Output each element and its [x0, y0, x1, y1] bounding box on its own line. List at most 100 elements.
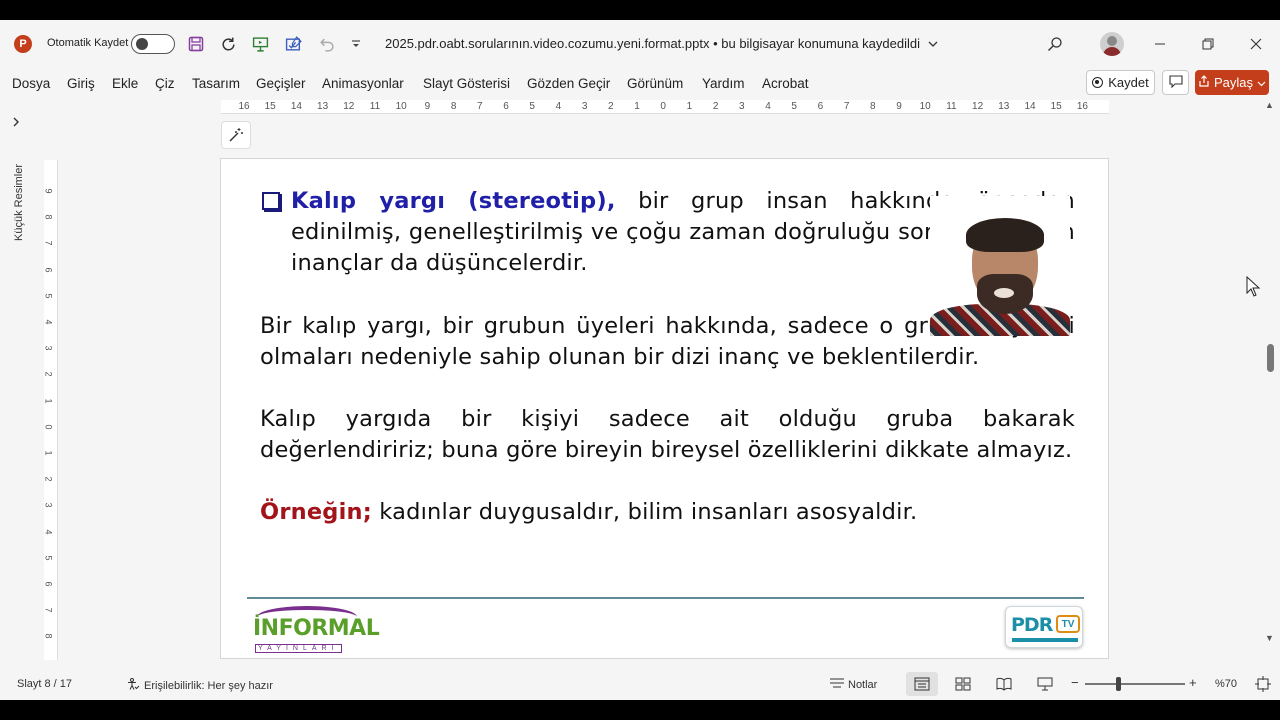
reading-view-icon[interactable]: [988, 672, 1020, 696]
minimize-icon[interactable]: [1148, 33, 1172, 55]
undo-icon[interactable]: [315, 33, 337, 55]
zoom-slider-track[interactable]: [1085, 683, 1185, 685]
ruler-tick-label: 15: [1050, 101, 1062, 112]
ruler-tick-label: 3: [581, 101, 588, 112]
menu-giris[interactable]: Giriş: [67, 76, 95, 91]
footer-divider: [247, 597, 1084, 599]
pdr-tv-logo: PDR TV: [1005, 606, 1083, 648]
close-icon[interactable]: [1244, 33, 1268, 55]
ruler-tick-label: 6: [44, 267, 54, 273]
term-highlight: Kalıp yargı (stereotip),: [291, 188, 616, 214]
search-icon[interactable]: [1043, 33, 1067, 55]
notes-button[interactable]: Notlar: [829, 677, 877, 692]
zoom-out-icon[interactable]: −: [1071, 675, 1079, 690]
ruler-tick-label: 11: [369, 101, 381, 112]
slide-sorter-view-icon[interactable]: [947, 672, 979, 696]
fit-to-window-icon[interactable]: [1250, 672, 1276, 696]
ruler-tick-label: 1: [44, 398, 54, 404]
menu-acrobat[interactable]: Acrobat: [762, 76, 809, 91]
ruler-tick-label: 14: [290, 101, 302, 112]
ruler-tick-label: 3: [739, 101, 745, 112]
ruler-tick-label: 12: [972, 101, 984, 112]
accessibility-label: Erişilebilirlik: Her şey hazır: [144, 679, 273, 692]
ruler-tick-label: 10: [919, 101, 931, 112]
menu-tasarim[interactable]: Tasarım: [192, 76, 240, 91]
slide-paragraph-example[interactable]: Örneğin; kadınlar duygusaldır, bilim ins…: [260, 497, 1075, 528]
ruler-tick-label: 1: [686, 101, 693, 112]
menu-dosya[interactable]: Dosya: [12, 76, 50, 91]
ruler-tick-label: 13: [998, 101, 1010, 112]
slide-show-view-icon[interactable]: [1029, 672, 1061, 696]
ruler-tick-label: 8: [450, 101, 457, 112]
zoom-slider-knob[interactable]: [1116, 677, 1121, 691]
restore-icon[interactable]: [1196, 33, 1220, 55]
thumbnails-panel-label[interactable]: Küçük Resimler: [13, 161, 25, 241]
share-icon: [1198, 75, 1210, 90]
tv-logo-badge: TV: [1056, 615, 1080, 633]
normal-view-icon[interactable]: [906, 672, 938, 696]
menu-slayt-gosterisi[interactable]: Slayt Gösterisi: [423, 76, 510, 91]
chevron-down-icon[interactable]: [928, 36, 938, 51]
ruler-tick-label: 0: [44, 424, 54, 430]
ruler-tick-label: 2: [44, 371, 54, 377]
ruler-tick-label: 4: [44, 319, 54, 325]
ruler-tick-label: 6: [817, 101, 824, 112]
record-label: Kaydet: [1108, 75, 1149, 90]
accessibility-status[interactable]: Erişilebilirlik: Her şey hazır: [126, 677, 273, 694]
refresh-icon[interactable]: [217, 33, 239, 55]
ruler-tick-label: 12: [343, 101, 355, 112]
share-label: Paylaş: [1213, 75, 1254, 90]
menu-ekle[interactable]: Ekle: [112, 76, 138, 91]
ruler-tick-label: 7: [477, 101, 483, 112]
ruler-tick-label: 8: [44, 214, 54, 220]
ruler-tick-label: 6: [44, 581, 54, 587]
autosave-toggle[interactable]: [131, 34, 175, 54]
ruler-tick-label: 3: [44, 345, 54, 351]
menu-gecisler[interactable]: Geçişler: [256, 76, 306, 91]
presenter-hair: [966, 218, 1044, 252]
ruler-tick-label: 6: [503, 101, 509, 112]
ruler-tick-label: 4: [44, 529, 54, 535]
ruler-tick-label: 4: [765, 101, 771, 112]
ruler-tick-label: 11: [946, 101, 957, 112]
zoom-level[interactable]: %70: [1215, 678, 1237, 690]
slide-counter[interactable]: Slayt 8 / 17: [17, 678, 72, 690]
notes-label: Notlar: [848, 678, 878, 691]
ruler-tick-label: 15: [264, 101, 276, 112]
menu-gorunum[interactable]: Görünüm: [627, 76, 683, 91]
comments-button[interactable]: [1162, 70, 1189, 95]
ruler-tick-label: 5: [529, 101, 535, 112]
ruler-tick-label: 7: [843, 101, 850, 112]
share-button[interactable]: Paylaş: [1195, 70, 1269, 95]
scroll-up-arrow-icon[interactable]: ▲: [1265, 100, 1274, 110]
document-title[interactable]: 2025.pdr.oabt.sorularının.video.cozumu.y…: [385, 36, 938, 51]
ruler-tick-label: 14: [1024, 101, 1036, 112]
menu-ciz[interactable]: Çiz: [155, 76, 175, 91]
chevron-right-icon[interactable]: [12, 116, 20, 130]
informal-logo: İNFORMAL YAYINLARI: [253, 606, 380, 654]
slide-paragraph-3[interactable]: Kalıp yargıda bir kişiyi sadece ait oldu…: [260, 404, 1075, 466]
ruler-tick-label: 16: [1076, 101, 1088, 112]
present-from-start-icon[interactable]: [249, 33, 271, 55]
menu-yardim[interactable]: Yardım: [702, 76, 745, 91]
customize-dropdown-icon[interactable]: [345, 33, 367, 55]
menu-animasyonlar[interactable]: Animasyonlar: [322, 76, 404, 91]
presenter-mouth: [994, 288, 1014, 298]
powerpoint-window: P Otomatik Kaydet 2025.pdr.oabt.soruları…: [0, 20, 1280, 700]
pen-check-icon[interactable]: [282, 33, 304, 55]
ruler-tick-label: 2: [608, 101, 614, 112]
ruler-tick-label: 16: [238, 101, 250, 112]
zoom-in-icon[interactable]: +: [1189, 675, 1197, 690]
vertical-scrollbar-thumb[interactable]: [1267, 344, 1274, 372]
scroll-down-arrow-icon[interactable]: ▼: [1265, 633, 1274, 643]
designer-icon[interactable]: [221, 121, 251, 149]
user-avatar[interactable]: [1100, 32, 1124, 56]
save-icon[interactable]: [185, 33, 207, 55]
title-bar: P Otomatik Kaydet 2025.pdr.oabt.soruları…: [0, 20, 1280, 68]
record-button[interactable]: Kaydet: [1086, 70, 1155, 95]
ruler-tick-label: 2: [712, 101, 719, 112]
autosave-label: Otomatik Kaydet: [47, 37, 129, 49]
menu-gozden-gecir[interactable]: Gözden Geçir: [527, 76, 610, 91]
accessibility-icon: [126, 677, 140, 694]
example-text: kadınlar duygusaldır, bilim insanları as…: [371, 499, 918, 525]
